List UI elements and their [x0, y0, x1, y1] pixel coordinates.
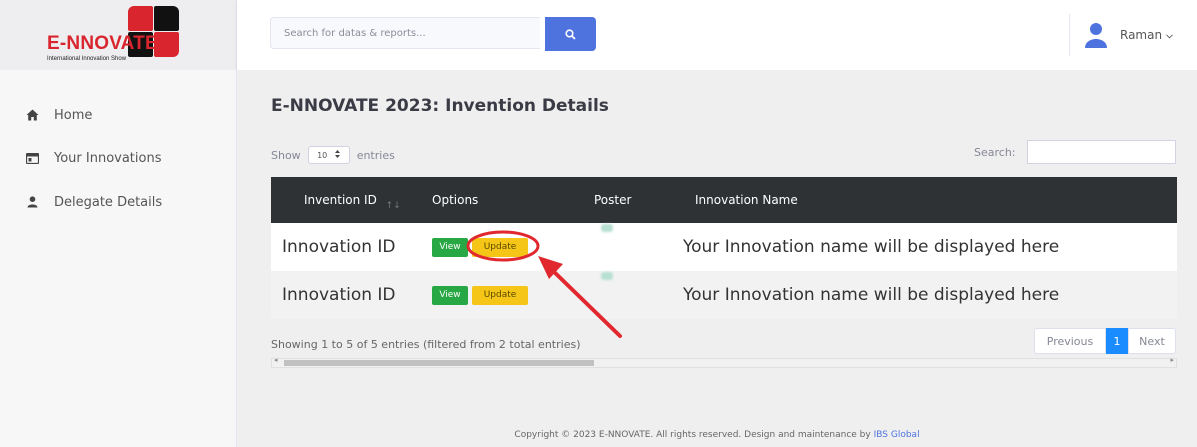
- avatar: [1085, 22, 1107, 48]
- brand-name: E-NNOVATE: [47, 33, 158, 54]
- show-label: Show: [271, 148, 301, 162]
- update-button[interactable]: Update: [472, 237, 528, 257]
- home-icon: [25, 108, 39, 122]
- brand-tagline: International Innovation Show: [47, 56, 127, 62]
- horizontal-scrollbar[interactable]: ◂ ▸: [271, 356, 1177, 368]
- entries-select-value: 10: [317, 150, 328, 160]
- logo-area: E-NNOVATE International Innovation Show: [0, 0, 236, 70]
- poster-cell[interactable]: [601, 223, 615, 233]
- inventions-table: Invention ID ↑↓ Options Poster Innovatio…: [271, 177, 1177, 319]
- scroll-left-icon[interactable]: ◂: [274, 356, 278, 364]
- view-button[interactable]: View: [432, 285, 468, 305]
- invention-id-cell: Innovation ID: [282, 237, 396, 257]
- sidebar: E-NNOVATE International Innovation Show …: [0, 0, 237, 447]
- topbar-divider: [1069, 14, 1070, 56]
- entries-length-control: Show 10 entries: [271, 146, 395, 164]
- entries-select[interactable]: 10: [307, 146, 350, 164]
- sort-arrows-icon: ↑↓: [385, 201, 401, 211]
- innovation-name-cell: Your Innovation name will be displayed h…: [683, 237, 1060, 257]
- user-name: Raman: [1120, 28, 1163, 42]
- poster-thumbnail[interactable]: [601, 272, 613, 280]
- options-cell: View Update: [432, 223, 528, 271]
- page-title: E-NNOVATE 2023: Invention Details: [271, 96, 609, 116]
- topbar: Raman: [237, 0, 1197, 70]
- table-row: Innovation ID View Update Your Innovatio…: [271, 271, 1177, 319]
- footer: Copyright © 2023 E-NNOVATE. All rights r…: [237, 430, 1197, 440]
- footer-text: Copyright © 2023 E-NNOVATE. All rights r…: [514, 430, 871, 440]
- column-header-poster[interactable]: Poster: [594, 193, 631, 207]
- scroll-right-icon[interactable]: ▸: [1170, 356, 1174, 364]
- table-search-input[interactable]: [1027, 140, 1176, 164]
- sidebar-item-home[interactable]: Home: [25, 103, 92, 127]
- next-page-button[interactable]: Next: [1128, 328, 1176, 354]
- column-header-options[interactable]: Options: [432, 193, 478, 207]
- table-header: Invention ID ↑↓ Options Poster Innovatio…: [271, 177, 1177, 223]
- sidebar-item-label: Your Innovations: [54, 150, 162, 166]
- page-1-button[interactable]: 1: [1106, 328, 1128, 354]
- table-info: Showing 1 to 5 of 5 entries (filtered fr…: [271, 338, 581, 351]
- user-icon: [25, 195, 39, 209]
- search-button[interactable]: [545, 17, 596, 51]
- innovation-name-cell: Your Innovation name will be displayed h…: [683, 285, 1060, 305]
- chevron-down-icon: [1166, 28, 1173, 42]
- sidebar-item-delegate-details[interactable]: Delegate Details: [25, 190, 162, 214]
- table-row: Innovation ID View Update Your Innovatio…: [271, 223, 1177, 271]
- scrollbar-thumb[interactable]: [284, 360, 594, 366]
- id-card-icon: [25, 151, 39, 165]
- footer-link[interactable]: IBS Global: [874, 430, 920, 440]
- user-menu[interactable]: Raman: [1085, 20, 1173, 50]
- pagination: Previous 1 Next: [1034, 328, 1176, 354]
- view-button[interactable]: View: [432, 237, 468, 257]
- column-header-innovation-name[interactable]: Innovation Name: [695, 193, 798, 207]
- sort-icon: [335, 150, 341, 160]
- topbar-search: [270, 17, 596, 51]
- sidebar-item-your-innovations[interactable]: Your Innovations: [25, 146, 162, 170]
- update-button[interactable]: Update: [472, 285, 528, 305]
- search-input[interactable]: [270, 17, 540, 49]
- brand-logo[interactable]: E-NNOVATE International Innovation Show: [40, 6, 190, 64]
- invention-id-cell: Innovation ID: [282, 285, 396, 305]
- options-cell: View Update: [432, 271, 528, 319]
- column-header-invention-id[interactable]: Invention ID ↑↓: [304, 193, 401, 211]
- previous-page-button[interactable]: Previous: [1034, 328, 1106, 354]
- sidebar-item-label: Delegate Details: [54, 194, 163, 210]
- poster-thumbnail[interactable]: [601, 224, 613, 232]
- search-icon: [565, 25, 576, 44]
- sidebar-item-label: Home: [54, 107, 93, 123]
- entries-label: entries: [356, 148, 395, 162]
- table-search-label: Search:: [974, 146, 1016, 159]
- main-content: E-NNOVATE 2023: Invention Details Show 1…: [237, 70, 1197, 447]
- poster-cell[interactable]: [601, 271, 615, 281]
